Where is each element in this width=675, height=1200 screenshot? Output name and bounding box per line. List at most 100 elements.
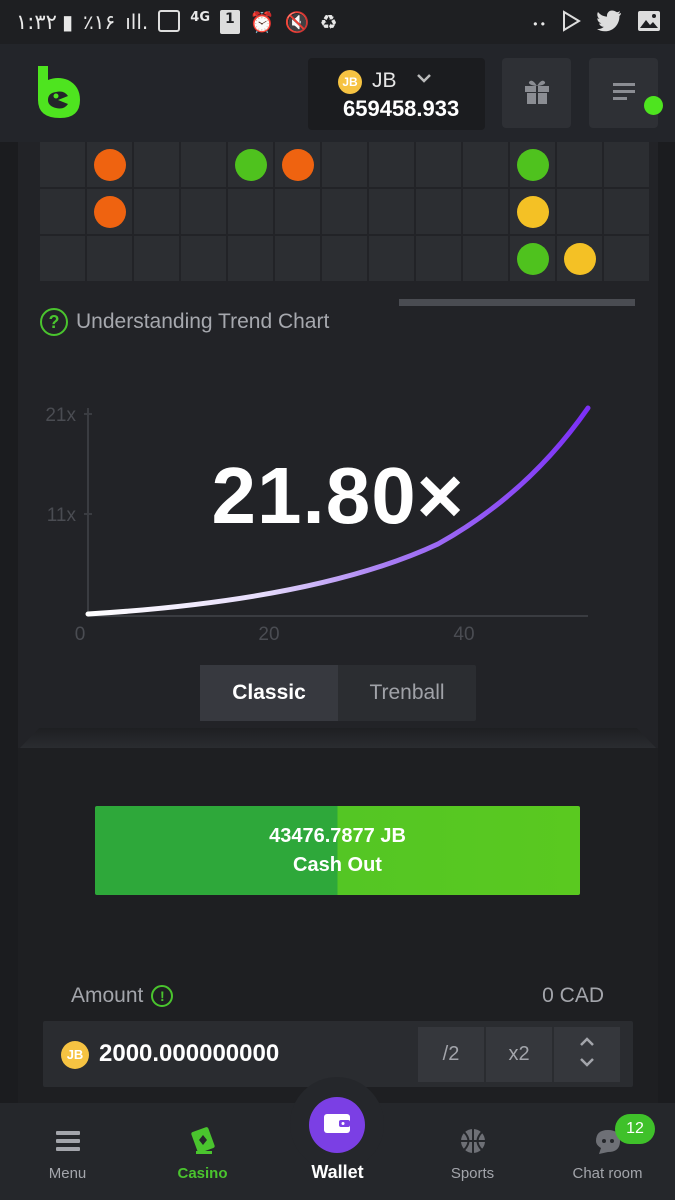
cash-out-label: Cash Out <box>293 853 382 876</box>
trend-dot-yellow <box>516 195 549 228</box>
stage-edge <box>20 728 656 748</box>
status-bar: ۱:۳۲ ▮ ٪۱۶ ıll. 4G 1 ⏰ 🔇 ♻ • • <box>0 0 675 44</box>
trend-cell <box>369 189 414 234</box>
x-tick-label: 20 <box>258 624 279 645</box>
trend-cell <box>416 142 461 187</box>
trend-cell <box>134 142 179 187</box>
battery-percent: ٪۱۶ <box>83 10 116 34</box>
trend-cell <box>604 236 649 281</box>
trend-cell <box>228 142 273 187</box>
nav-menu[interactable]: Menu <box>0 1123 135 1182</box>
trend-cell <box>87 236 132 281</box>
trend-cell <box>275 189 320 234</box>
amount-stepper[interactable] <box>554 1027 620 1082</box>
alarm-icon: ⏰ <box>249 10 275 34</box>
tab-classic[interactable]: Classic <box>200 665 338 721</box>
question-icon: ? <box>40 308 68 336</box>
trend-cell <box>40 142 85 187</box>
notification-dot <box>644 96 663 115</box>
trend-cell <box>604 189 649 234</box>
current-multiplier: 21.80× <box>211 451 465 540</box>
nav-chat[interactable]: Chat room <box>540 1123 675 1182</box>
trend-scrollbar[interactable] <box>399 299 635 306</box>
signal-box-icon <box>158 10 181 32</box>
trend-dot-orange <box>93 148 126 181</box>
amount-title: Amount <box>71 984 144 1007</box>
trend-cell <box>322 142 367 187</box>
trend-cell <box>87 142 132 187</box>
chevron-down-icon <box>416 68 432 89</box>
trend-cell <box>275 142 320 187</box>
nav-sports[interactable]: Sports <box>405 1123 540 1182</box>
trend-dot-orange <box>93 195 126 228</box>
trend-cell <box>557 236 602 281</box>
nav-casino[interactable]: Casino <box>135 1123 270 1182</box>
y-tick-label: 21x <box>45 405 76 426</box>
trend-cell <box>40 189 85 234</box>
x-tick-label: 0 <box>75 624 86 645</box>
nav-chat-label: Chat room <box>572 1165 643 1182</box>
tab-trenball[interactable]: Trenball <box>338 665 476 721</box>
balance-selector[interactable]: JB JB 659458.933 <box>308 58 485 130</box>
info-icon[interactable]: ! <box>151 985 174 1007</box>
trend-cell <box>557 142 602 187</box>
recycle-icon: ♻ <box>319 10 338 34</box>
battery-icon: ▮ <box>62 10 74 34</box>
mute-icon: 🔇 <box>284 10 310 34</box>
side-menu-button[interactable] <box>589 58 658 128</box>
x-tick-label: 40 <box>453 624 474 645</box>
wallet-icon <box>322 1110 352 1141</box>
trend-dot-green <box>234 148 267 181</box>
trend-cell <box>510 142 555 187</box>
casino-card-icon <box>135 1123 270 1159</box>
chat-unread-badge: 12 <box>615 1114 655 1144</box>
trend-cell <box>322 236 367 281</box>
dots-icon: • • <box>533 16 545 31</box>
nav-wallet[interactable] <box>309 1097 365 1153</box>
amount-fiat: 0 CAD <box>542 984 604 1007</box>
trend-cell <box>463 236 508 281</box>
trend-cell <box>463 142 508 187</box>
signal-icon: ıll. <box>125 10 149 34</box>
trend-cell <box>322 189 367 234</box>
play-store-icon <box>559 9 583 38</box>
bc-logo-icon[interactable] <box>34 66 80 118</box>
trend-cell <box>557 189 602 234</box>
trend-grid[interactable] <box>40 142 649 284</box>
app-header: JB JB 659458.933 <box>0 44 675 142</box>
trend-dot-green <box>516 148 549 181</box>
status-time: ۱:۳۲ <box>16 10 57 34</box>
trend-cell <box>87 189 132 234</box>
cash-out-button[interactable]: 43476.7877 JB Cash Out <box>95 806 580 895</box>
sim-icon: 1 <box>220 10 240 34</box>
gallery-icon <box>637 10 661 37</box>
game-card: ? Understanding Trend Chart 21x 11x 0 20… <box>18 142 658 748</box>
trend-cell <box>510 189 555 234</box>
currency-label: JB <box>372 69 397 92</box>
trend-cell <box>228 189 273 234</box>
nav-menu-label: Menu <box>48 1165 87 1182</box>
status-right-icons: • • <box>533 9 661 38</box>
trend-cell <box>275 236 320 281</box>
mode-switch: Classic Trenball <box>200 665 476 721</box>
trend-cell <box>181 142 226 187</box>
amount-value[interactable]: 2000.000000000 <box>99 1040 279 1068</box>
trend-dot-yellow <box>563 242 596 275</box>
hamburger-icon <box>0 1123 135 1159</box>
gift-button[interactable] <box>502 58 571 128</box>
trend-cell <box>134 189 179 234</box>
trend-cell <box>369 236 414 281</box>
status-left-icons: ▮ ٪۱۶ ıll. 4G 1 ⏰ 🔇 ♻ <box>60 10 338 34</box>
trend-cell <box>416 236 461 281</box>
cash-out-amount: 43476.7877 JB <box>269 824 406 847</box>
trend-cell <box>40 236 85 281</box>
trend-cell <box>228 236 273 281</box>
trend-help-link[interactable]: ? Understanding Trend Chart <box>40 308 329 336</box>
trend-cell <box>369 142 414 187</box>
balance-amount: 659458.933 <box>343 96 460 121</box>
amount-label: Amount ! <box>71 984 174 1008</box>
list-icon <box>611 80 637 107</box>
half-button[interactable]: /2 <box>418 1027 484 1082</box>
double-button[interactable]: x2 <box>486 1027 552 1082</box>
trend-dot-green <box>516 242 549 275</box>
